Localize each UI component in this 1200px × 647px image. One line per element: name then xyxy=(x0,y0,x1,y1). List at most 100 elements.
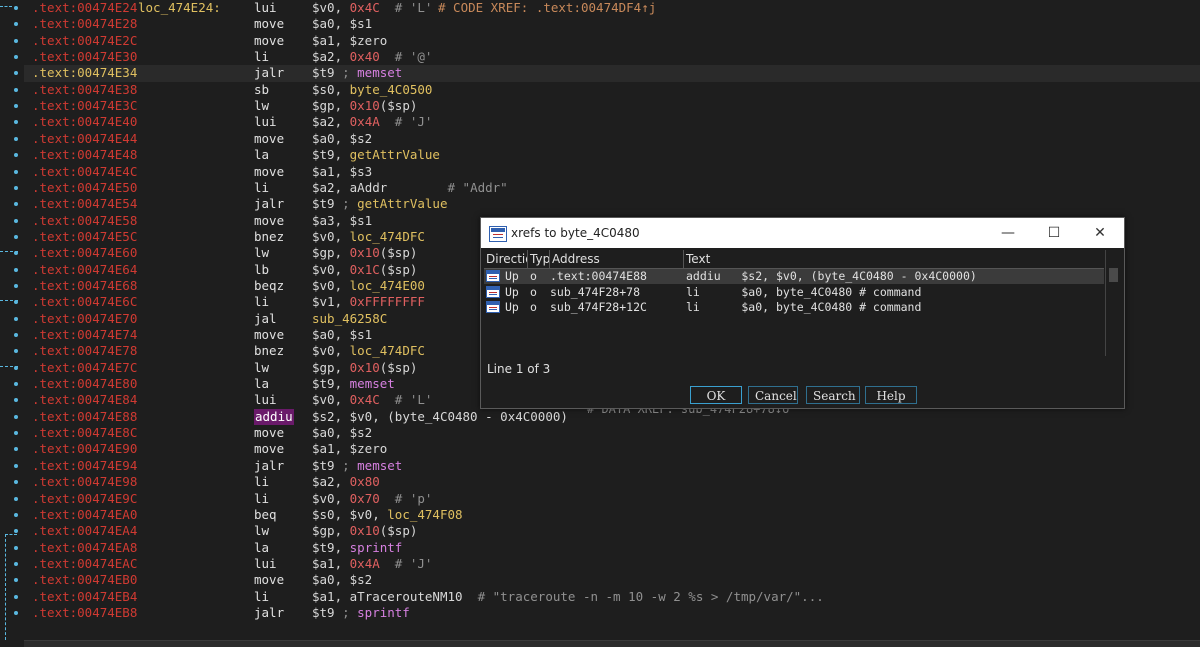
instruction-operands[interactable]: $t9 ; memset xyxy=(312,458,402,474)
instruction-operands[interactable]: $a0, $s2 xyxy=(312,425,372,441)
listing-row[interactable]: .text:00474E3C lw $gp, 0x10($sp) xyxy=(24,98,1200,114)
instruction-mnemonic[interactable]: lw xyxy=(254,98,269,114)
help-button[interactable]: Help xyxy=(865,386,917,404)
minimize-button[interactable]: — xyxy=(985,218,1031,248)
instruction-mnemonic[interactable]: lw xyxy=(254,245,269,261)
instruction-mnemonic[interactable]: li xyxy=(254,491,269,507)
listing-row[interactable]: .text:00474E4C move $a1, $s3 xyxy=(24,164,1200,180)
instruction-operands[interactable]: $a2, 0x80 xyxy=(312,474,380,490)
instruction-operands[interactable]: $a1, 0x4A # 'J' xyxy=(312,556,432,572)
instruction-address[interactable]: .text:00474E4C xyxy=(32,164,137,180)
listing-row[interactable]: .text:00474EB0 move $a0, $s2 xyxy=(24,572,1200,588)
listing-row[interactable]: .text:00474E90 move $a1, $zero xyxy=(24,441,1200,457)
instruction-address[interactable]: .text:00474EA4 xyxy=(32,523,137,539)
instruction-mnemonic[interactable]: move xyxy=(254,425,284,441)
instruction-operands[interactable]: $a2, 0x4A # 'J' xyxy=(312,114,432,130)
instruction-operands[interactable]: $a0, $s1 xyxy=(312,327,372,343)
instruction-operands[interactable]: $gp, 0x10($sp) xyxy=(312,98,417,114)
listing-row[interactable]: .text:00474E94 jalr $t9 ; memset xyxy=(24,458,1200,474)
instruction-mnemonic[interactable]: sb xyxy=(254,82,269,98)
operand-token[interactable]: getAttrValue xyxy=(350,147,440,162)
instruction-operands[interactable]: $t9 ; getAttrValue xyxy=(312,196,447,212)
instruction-operands[interactable]: $gp, 0x10($sp) xyxy=(312,523,417,539)
instruction-mnemonic[interactable]: li xyxy=(254,474,269,490)
instruction-mnemonic[interactable]: li xyxy=(254,49,269,65)
instruction-mnemonic[interactable]: move xyxy=(254,131,284,147)
listing-row[interactable]: .text:00474EA4 lw $gp, 0x10($sp) xyxy=(24,523,1200,539)
listing-row[interactable]: .text:00474E9C li $v0, 0x70 # 'p' xyxy=(24,491,1200,507)
xref-row[interactable]: Up o .text:00474E88 addiu $s2, $v0, (byte_4… xyxy=(484,269,1104,284)
instruction-address[interactable]: .text:00474E50 xyxy=(32,180,137,196)
instruction-address[interactable]: .text:00474E6C xyxy=(32,294,137,310)
listing-row[interactable]: .text:00474E30 li $a2, 0x40 # '@' xyxy=(24,49,1200,65)
instruction-mnemonic[interactable]: jalr xyxy=(254,605,284,621)
xref-row[interactable]: Up o sub_474F28+78 li $a0, byte_4C0480 # co… xyxy=(484,285,1104,300)
listing-row[interactable]: .text:00474E34 jalr $t9 ; memset xyxy=(24,65,1200,82)
operand-token[interactable]: sprintf xyxy=(357,605,410,620)
instruction-operands[interactable]: $v0, 0x70 # 'p' xyxy=(312,491,432,507)
listing-row[interactable]: .text:00474E50 li $a2, aAddr # "Addr" xyxy=(24,180,1200,196)
instruction-address[interactable]: .text:00474E2C xyxy=(32,33,137,49)
instruction-operands[interactable]: $t9, getAttrValue xyxy=(312,147,440,163)
dialog-titlebar[interactable]: xrefs to byte_4C0480 — ☐ ✕ xyxy=(481,218,1124,248)
instruction-operands[interactable]: $v1, 0xFFFFFFFF xyxy=(312,294,425,310)
listing-row[interactable]: .text:00474EA0 beq $s0, $v0, loc_474F08 xyxy=(24,507,1200,523)
xref-comment[interactable]: # CODE XREF: .text:00474DF4↑j xyxy=(438,0,656,16)
instruction-operands[interactable]: $t9 ; sprintf xyxy=(312,605,410,621)
instruction-address[interactable]: .text:00474E74 xyxy=(32,327,137,343)
listing-row[interactable]: .text:00474E98 li $a2, 0x80 xyxy=(24,474,1200,490)
instruction-operands[interactable]: $a0, $s2 xyxy=(312,131,372,147)
instruction-address[interactable]: .text:00474EB8 xyxy=(32,605,137,621)
instruction-address[interactable]: .text:00474E80 xyxy=(32,376,137,392)
instruction-operands[interactable]: $a3, $s1 xyxy=(312,213,372,229)
instruction-mnemonic[interactable]: beq xyxy=(254,507,277,523)
instruction-operands[interactable]: $v0, loc_474DFC xyxy=(312,229,425,245)
instruction-address[interactable]: .text:00474E54 xyxy=(32,196,137,212)
instruction-address[interactable]: .text:00474E38 xyxy=(32,82,137,98)
instruction-mnemonic[interactable]: move xyxy=(254,33,284,49)
instruction-mnemonic[interactable]: bnez xyxy=(254,229,284,245)
operand-token[interactable]: byte_4C0500 xyxy=(350,82,433,97)
instruction-mnemonic[interactable]: jalr xyxy=(254,65,284,81)
instruction-operands[interactable]: $t9, memset xyxy=(312,376,395,392)
instruction-operands[interactable]: $gp, 0x10($sp) xyxy=(312,245,417,261)
instruction-address[interactable]: .text:00474EB0 xyxy=(32,572,137,588)
instruction-mnemonic[interactable]: move xyxy=(254,572,284,588)
instruction-address[interactable]: .text:00474E5C xyxy=(32,229,137,245)
listing-row[interactable]: .text:00474E54 jalr $t9 ; getAttrValue xyxy=(24,196,1200,212)
instruction-address[interactable]: .text:00474EA8 xyxy=(32,540,137,556)
instruction-address[interactable]: .text:00474EAC xyxy=(32,556,137,572)
instruction-address[interactable]: .text:00474E68 xyxy=(32,278,137,294)
instruction-mnemonic[interactable]: move xyxy=(254,164,284,180)
instruction-mnemonic[interactable]: move xyxy=(254,327,284,343)
instruction-operands[interactable]: $t9, sprintf xyxy=(312,540,402,556)
listing-row[interactable]: .text:00474EB4 li $a1, aTracerouteNM10 # "… xyxy=(24,589,1200,605)
xref-row[interactable]: Up o sub_474F28+12C li $a0, byte_4C0480 # c… xyxy=(484,300,1104,315)
instruction-operands[interactable]: sub_46258C xyxy=(312,311,387,327)
instruction-address[interactable]: .text:00474E84 xyxy=(32,392,137,408)
operand-token[interactable]: memset xyxy=(357,458,402,473)
instruction-mnemonic[interactable]: move xyxy=(254,441,284,457)
operand-token[interactable]: loc_474F08 xyxy=(387,507,462,522)
instruction-address[interactable]: .text:00474E70 xyxy=(32,311,137,327)
maximize-button[interactable]: ☐ xyxy=(1031,218,1077,248)
listing-row[interactable]: .text:00474E40 lui $a2, 0x4A # 'J' xyxy=(24,114,1200,130)
close-button[interactable]: ✕ xyxy=(1077,218,1123,248)
table-vertical-scrollbar[interactable] xyxy=(1105,250,1121,356)
search-button[interactable]: Search xyxy=(806,386,860,404)
instruction-operands[interactable]: $a0, $s1 xyxy=(312,16,372,32)
instruction-operands[interactable]: $v0, 0x1C($sp) xyxy=(312,262,417,278)
column-header-direction[interactable]: Directio xyxy=(484,250,528,268)
instruction-address[interactable]: .text:00474E64 xyxy=(32,262,137,278)
ok-button[interactable]: OK xyxy=(690,386,742,404)
instruction-address[interactable]: .text:00474E34 xyxy=(32,65,137,81)
instruction-mnemonic[interactable]: la xyxy=(254,540,269,556)
operand-token[interactable]: sprintf xyxy=(350,540,403,555)
instruction-operands[interactable]: $s0, $v0, loc_474F08 xyxy=(312,507,463,523)
instruction-address[interactable]: .text:00474E30 xyxy=(32,49,137,65)
instruction-address[interactable]: .text:00474E98 xyxy=(32,474,137,490)
listing-row[interactable]: .text:00474E24 loc_474E24: # CODE XREF: .t… xyxy=(24,0,1200,16)
instruction-mnemonic[interactable]: bnez xyxy=(254,343,284,359)
instruction-mnemonic[interactable]: lw xyxy=(254,523,269,539)
listing-row[interactable]: .text:00474EAC lui $a1, 0x4A # 'J' xyxy=(24,556,1200,572)
